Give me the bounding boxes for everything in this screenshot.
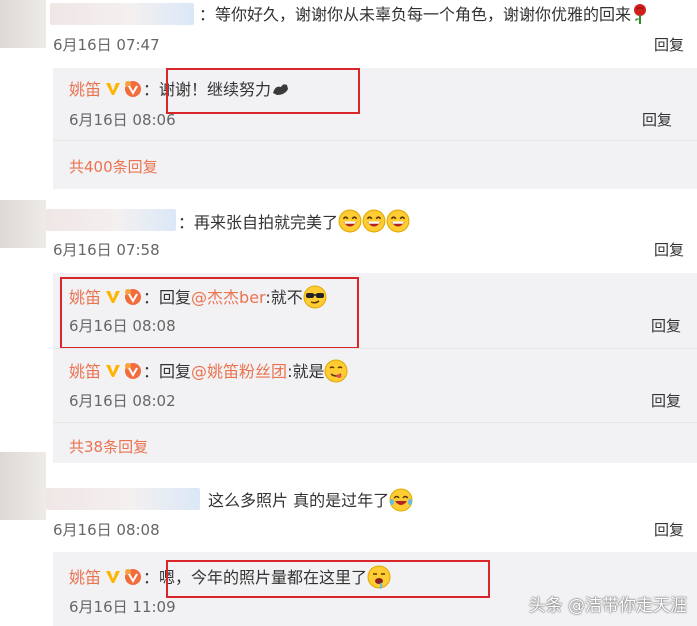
reply-body: 姚笛 ：回复@姚笛粉丝团:就是 <box>69 359 348 383</box>
comment-body: ：再来张自拍就完美了 <box>178 209 410 234</box>
vip-badge-icon <box>123 362 143 380</box>
divider <box>53 140 697 141</box>
laughing-tears-icon <box>389 488 413 512</box>
reply-button[interactable]: 回复 <box>651 316 681 336</box>
comment-body: 这么多照片 真的是过年了 <box>208 488 413 512</box>
reply-button[interactable]: 回复 <box>654 35 684 55</box>
avatar[interactable] <box>0 0 46 48</box>
reply-button[interactable]: 回复 <box>654 520 684 540</box>
verified-badge-icon <box>105 363 121 379</box>
grinning-face-icon <box>386 209 410 233</box>
reply-author[interactable]: 姚笛 <box>69 568 101 587</box>
highlight-box <box>166 68 360 114</box>
highlight-box <box>60 277 359 349</box>
verified-badge-icon <box>105 569 121 585</box>
more-replies-link[interactable]: 共400条回复 <box>69 157 158 177</box>
verified-badge-icon <box>105 81 121 97</box>
avatar[interactable] <box>0 200 46 248</box>
grinning-face-icon <box>338 209 362 233</box>
reply-button[interactable]: 回复 <box>642 110 672 130</box>
reply-time: 6月16日 08:06 <box>69 111 176 129</box>
rose-icon <box>631 3 649 25</box>
mention-link[interactable]: @姚笛粉丝团 <box>191 362 287 381</box>
comment-time: 6月16日 08:08 <box>53 521 160 539</box>
comment-time: 6月16日 07:58 <box>53 241 160 259</box>
avatar[interactable] <box>0 452 46 520</box>
reply-time: 6月16日 11:09 <box>69 598 176 616</box>
vip-badge-icon <box>123 568 143 586</box>
vip-badge-icon <box>123 80 143 98</box>
grinning-face-icon <box>362 209 386 233</box>
reply-author[interactable]: 姚笛 <box>69 362 101 381</box>
reply-time: 6月16日 08:08 <box>69 317 176 335</box>
commenter-name[interactable] <box>46 488 200 510</box>
reply-time: 6月16日 08:02 <box>69 392 176 410</box>
reply-button[interactable]: 回复 <box>651 391 681 411</box>
divider <box>53 348 697 349</box>
commenter-name[interactable] <box>50 3 194 25</box>
divider <box>53 422 697 423</box>
comment-body: ：等你好久，谢谢你从未辜负每一个角色，谢谢你优雅的回来 <box>199 3 649 26</box>
more-replies-link[interactable]: 共38条回复 <box>69 437 148 457</box>
commenter-name[interactable] <box>46 209 176 231</box>
yum-face-icon <box>324 359 348 383</box>
watermark: 头条 @洁带你走天涯 <box>528 596 687 616</box>
highlight-box <box>166 560 490 598</box>
reply-author[interactable]: 姚笛 <box>69 80 101 99</box>
comment-time: 6月16日 07:47 <box>53 36 160 54</box>
reply-button[interactable]: 回复 <box>654 240 684 260</box>
